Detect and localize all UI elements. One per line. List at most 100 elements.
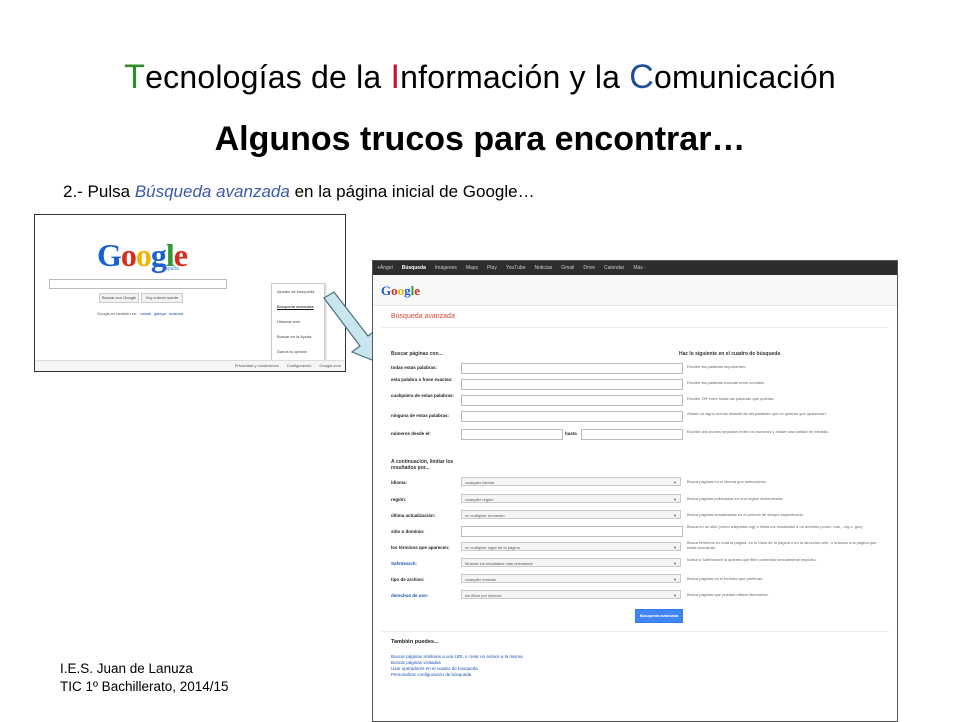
safesearch-hint: Indica a SafeSearch si quieres que filtr…	[687, 557, 817, 562]
safesearch-select-value: Mostrar los resultados más relevantes	[465, 561, 533, 566]
dropdown-arrow-icon: ▼	[673, 513, 677, 518]
google-tagline: España	[162, 266, 179, 272]
google-topbar: +Ángel Búsqueda Imágenes Maps Play YouTube Not…	[373, 261, 897, 275]
terms-appear-select[interactable]: en cualquier lugar de la página ▼	[461, 542, 681, 551]
instruction-prefix: 2.- Pulsa	[63, 182, 135, 201]
topbar-item[interactable]: Play	[487, 265, 497, 271]
divider	[381, 327, 889, 328]
footer-link[interactable]: Privacidad y condiciones	[235, 363, 279, 368]
all-words-label: todas estas palabras:	[391, 365, 438, 370]
last-update-select-value: en cualquier momento	[465, 513, 505, 518]
dropdown-arrow-icon: ▼	[673, 497, 677, 502]
region-hint: Busca páginas publicadas en una región d…	[687, 496, 784, 501]
logo-letter: G	[97, 237, 122, 273]
last-update-label: última actualización:	[391, 513, 436, 518]
range-from-input[interactable]	[461, 429, 563, 440]
region-select-value: cualquier región	[465, 497, 494, 502]
menu-item-search-help[interactable]: Buscar en la Ayuda	[272, 329, 324, 344]
usage-rights-hint: Busca páginas que puedas utilizar librem…	[687, 592, 769, 597]
exact-phrase-label: esta palabra o frase exactas:	[391, 377, 453, 382]
language-select[interactable]: cualquier idioma ▼	[461, 477, 681, 486]
usage-rights-select-value: sin filtrar por licencia	[465, 593, 502, 598]
dropdown-arrow-icon: ▼	[673, 480, 677, 485]
terms-appear-hint: Busca términos en toda la página, en el …	[687, 540, 877, 550]
footer-course: TIC 1º Bachillerato, 2014/15	[60, 679, 229, 694]
language-hint: Busca páginas en el idioma que seleccion…	[687, 479, 767, 484]
topbar-item[interactable]: +Ángel	[377, 265, 393, 271]
language-links: Google.es también en: català galego euskara	[97, 311, 183, 316]
none-words-input[interactable]	[461, 411, 683, 422]
number-range-label: números desde el:	[391, 431, 431, 436]
none-words-hint: Añade un signo menos delante de las pala…	[687, 411, 827, 416]
title-part: nformación y la	[400, 59, 630, 95]
settings-menu: Ajustes de búsqueda Búsqueda avanzada Hi…	[271, 283, 325, 361]
also-links: Buscar páginas similares a una URL o cre…	[391, 654, 523, 678]
dropdown-arrow-icon: ▼	[673, 577, 677, 582]
footer-link[interactable]: Configuración	[287, 363, 312, 368]
customize-settings-link[interactable]: Personalizar configuración de búsqueda	[391, 672, 523, 678]
menu-item-feedback[interactable]: Danos tu opinión	[272, 344, 324, 359]
number-range-hint: Escribe dos puntos seguidos entre los nú…	[687, 429, 829, 434]
feeling-lucky-button[interactable]: Voy a tener suerte	[141, 293, 183, 303]
exact-phrase-hint: Escribe las palabras exactas entre comil…	[687, 380, 765, 385]
dropdown-arrow-icon: ▼	[673, 561, 677, 566]
offered-in-label: Google.es también en:	[97, 311, 138, 316]
range-to-input[interactable]	[581, 429, 683, 440]
usage-rights-select[interactable]: sin filtrar por licencia ▼	[461, 590, 681, 599]
site-domain-hint: Busca en un sitio (como wikipedia.org) o…	[687, 524, 863, 529]
home-footer: Privacidad y condiciones Configuración Goo…	[35, 360, 345, 371]
instruction-suffix: en la página inicial de Google…	[289, 182, 535, 201]
slide-title: Tecnologías de la Información y la Comun…	[0, 58, 960, 97]
page-header: Google	[373, 275, 897, 306]
site-domain-input[interactable]	[461, 526, 683, 537]
menu-item-search-settings[interactable]: Ajustes de búsqueda	[272, 284, 324, 299]
language-link[interactable]: euskara	[169, 311, 183, 316]
footer-school: I.E.S. Juan de Lanuza	[60, 661, 193, 676]
topbar-item[interactable]: Calendar	[604, 265, 624, 271]
topbar-item[interactable]: Maps	[466, 265, 478, 271]
file-type-hint: Busca páginas en el formato que prefiera…	[687, 576, 764, 581]
topbar-item[interactable]: Imágenes	[435, 265, 457, 271]
any-words-input[interactable]	[461, 395, 683, 406]
all-words-hint: Escribe las palabras importantes:	[687, 364, 747, 369]
search-input[interactable]	[49, 279, 227, 289]
language-label: idioma:	[391, 480, 408, 485]
safesearch-select[interactable]: Mostrar los resultados más relevantes ▼	[461, 558, 681, 567]
logo-letter: o	[135, 237, 152, 273]
file-type-select[interactable]: cualquier formato ▼	[461, 574, 681, 583]
title-initial-t: T	[124, 58, 146, 96]
language-link[interactable]: galego	[154, 311, 166, 316]
logo-letter: G	[381, 283, 392, 298]
menu-item-web-history[interactable]: Historial web	[272, 314, 324, 329]
usage-rights-label[interactable]: derechos de uso:	[391, 593, 461, 598]
logo-letter: e	[414, 283, 421, 298]
title-part: ecnologías de la	[145, 59, 391, 95]
title-initial-c: C	[629, 58, 654, 96]
dropdown-arrow-icon: ▼	[673, 593, 677, 598]
topbar-item[interactable]: Gmail	[561, 265, 574, 271]
google-search-button[interactable]: Buscar con Google	[99, 293, 139, 303]
topbar-item[interactable]: Drive	[583, 265, 595, 271]
topbar-item[interactable]: Búsqueda	[402, 265, 426, 271]
region-select[interactable]: cualquier región ▼	[461, 494, 681, 503]
google-logo[interactable]: Google	[381, 283, 420, 299]
safesearch-label[interactable]: SafeSearch:	[391, 561, 461, 566]
menu-item-advanced-search[interactable]: Búsqueda avanzada	[272, 299, 324, 314]
language-link[interactable]: català	[140, 311, 151, 316]
advanced-search-button[interactable]: Búsqueda avanzada	[635, 609, 683, 623]
topbar-item[interactable]: Noticias	[534, 265, 552, 271]
find-pages-heading: Buscar páginas con...	[391, 351, 443, 357]
all-words-input[interactable]	[461, 363, 683, 374]
exact-phrase-input[interactable]	[461, 379, 683, 390]
page-title: Búsqueda avanzada	[391, 313, 455, 320]
last-update-select[interactable]: en cualquier momento ▼	[461, 510, 681, 519]
terms-appear-select-value: en cualquier lugar de la página	[465, 545, 520, 550]
instruction-text: 2.- Pulsa Búsqueda avanzada en la página…	[63, 182, 535, 202]
topbar-item[interactable]: YouTube	[506, 265, 526, 271]
advanced-search-screenshot: +Ángel Búsqueda Imágenes Maps Play YouTube Not…	[372, 260, 898, 722]
file-type-select-value: cualquier formato	[465, 577, 496, 582]
slide-footer: I.E.S. Juan de Lanuza TIC 1º Bachillerat…	[60, 660, 229, 696]
region-label: región:	[391, 497, 407, 502]
topbar-item[interactable]: Más -	[633, 265, 646, 271]
instruction-emphasis: Búsqueda avanzada	[134, 182, 290, 201]
